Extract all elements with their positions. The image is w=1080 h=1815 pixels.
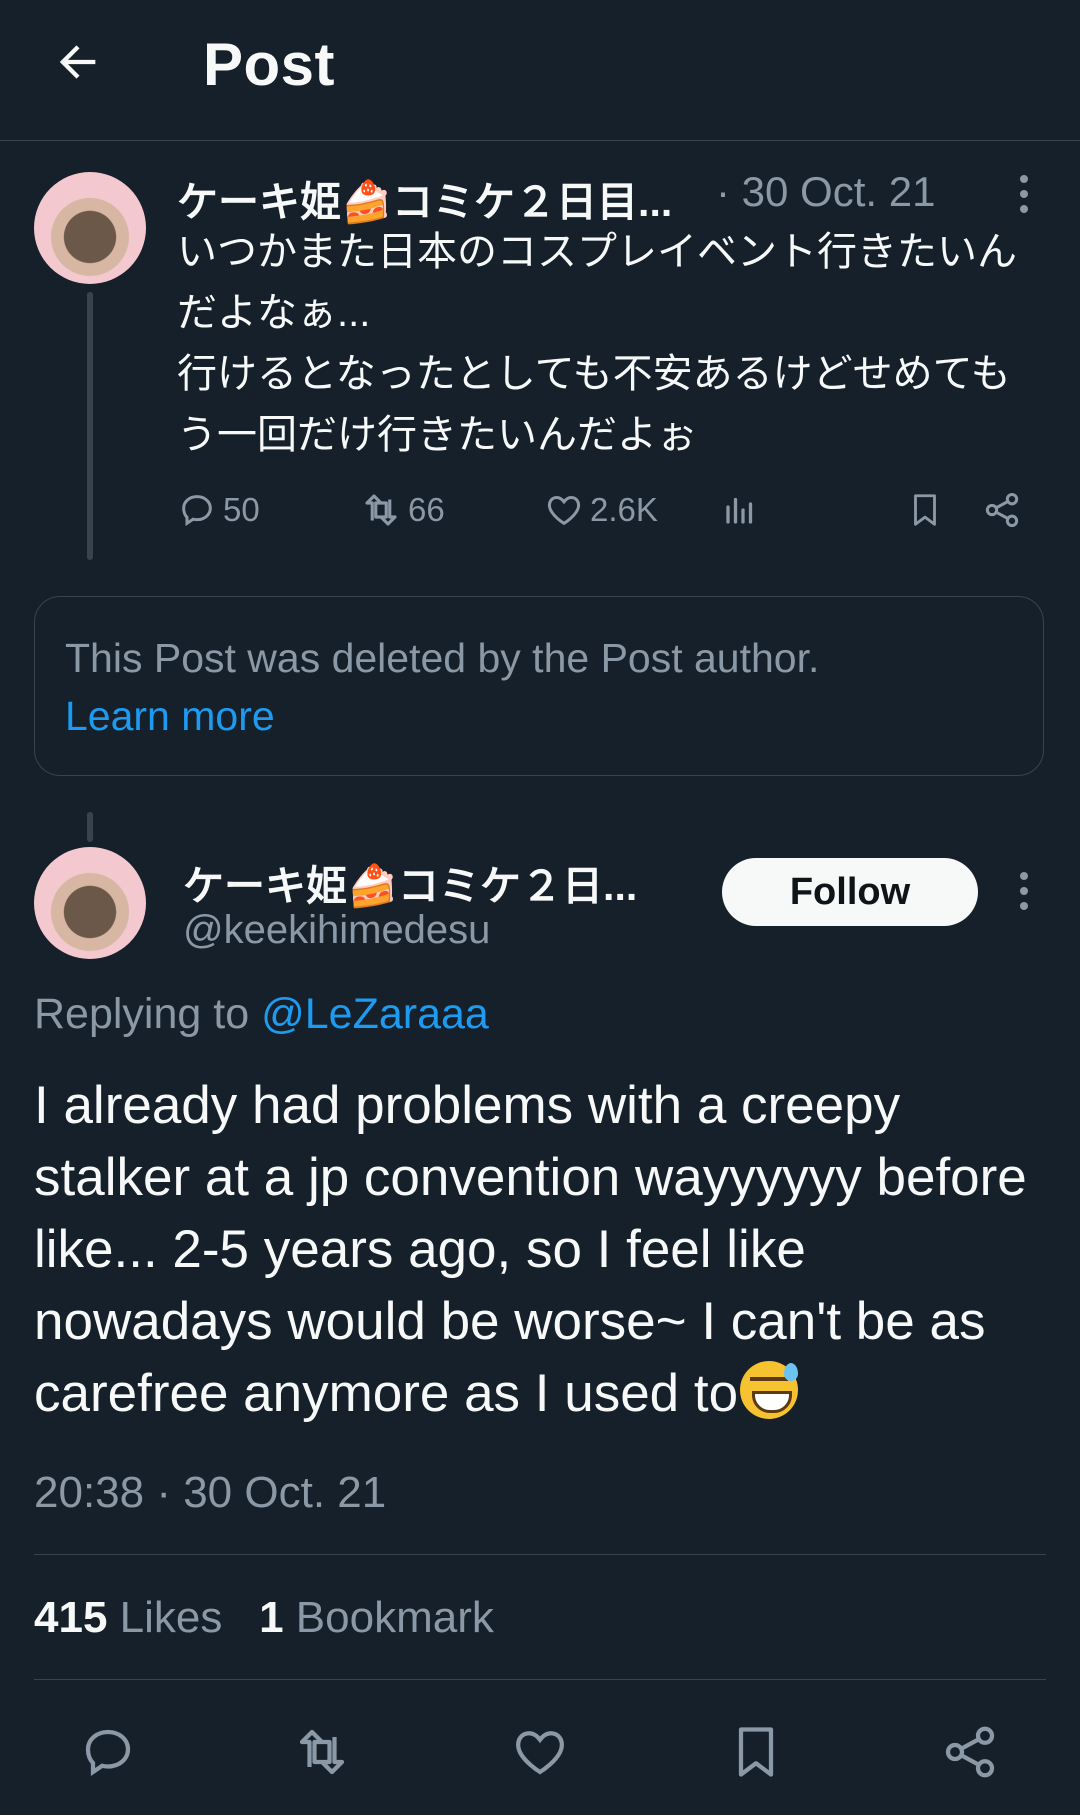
likes-label[interactable]: Likes (120, 1593, 223, 1642)
bookmarks-count[interactable]: 1 (259, 1593, 283, 1642)
replying-to: Replying to @LeZaraaa (34, 990, 489, 1039)
sweat-smile-emoji (740, 1361, 799, 1419)
reply-icon (177, 490, 217, 530)
display-name[interactable]: ケーキ姫🍰コミケ２日目... (177, 168, 672, 228)
avatar[interactable] (34, 172, 146, 284)
heart-icon (544, 490, 584, 530)
repost-icon (360, 489, 402, 531)
bookmark-icon[interactable] (906, 488, 944, 532)
deleted-post-text: This Post was deleted by the Post author… (65, 635, 820, 681)
heart-icon[interactable] (510, 1722, 570, 1782)
divider (34, 1554, 1046, 1555)
follow-button[interactable]: Follow (722, 858, 978, 926)
page-title: Post (203, 31, 336, 98)
post-body: I already had problems with a creepy sta… (34, 1070, 1054, 1430)
repost-icon[interactable] (292, 1722, 352, 1782)
like-button[interactable]: 2.6K (544, 488, 658, 532)
engagement-stats: 415 Likes 1 Bookmark (34, 1593, 494, 1643)
analytics-icon[interactable] (722, 488, 758, 532)
bookmark-icon[interactable] (726, 1722, 786, 1782)
top-bar: Post (0, 0, 1080, 141)
share-icon[interactable] (940, 1722, 1000, 1782)
like-count: 2.6K (590, 491, 658, 528)
share-icon[interactable] (982, 488, 1022, 532)
more-vertical-icon[interactable] (1019, 174, 1029, 214)
learn-more-link[interactable]: Learn more (65, 693, 275, 740)
divider (34, 1679, 1046, 1680)
reply-icon[interactable] (78, 1722, 138, 1782)
bookmarks-label[interactable]: Bookmark (296, 1593, 494, 1642)
replying-handle-link[interactable]: @LeZaraaa (261, 990, 489, 1038)
post-text: I already had problems with a creepy sta… (34, 1076, 1027, 1423)
user-handle[interactable]: @keekihimedesu (183, 908, 490, 953)
repost-count: 66 (408, 491, 445, 528)
reply-count: 50 (223, 491, 260, 528)
likes-count[interactable]: 415 (34, 1593, 107, 1642)
deleted-post-notice: This Post was deleted by the Post author… (34, 596, 1044, 776)
back-arrow-icon[interactable] (52, 36, 104, 88)
thread-line (87, 292, 93, 560)
thread-line-connector (87, 812, 93, 842)
reply-button[interactable]: 50 (177, 488, 260, 532)
display-name[interactable]: ケーキ姫🍰コミケ２日... (183, 852, 637, 912)
post-text: いつかまた日本のコスプレイベント行きたいんだよなぁ... 行けるとなったとしても… (177, 230, 1017, 457)
avatar[interactable] (34, 847, 146, 959)
replying-prefix: Replying to (34, 990, 250, 1038)
post-timestamp[interactable]: 20:38 · 30 Oct. 21 (34, 1468, 386, 1518)
more-vertical-icon[interactable] (1019, 871, 1029, 911)
post-timestamp[interactable]: · 30 Oct. 21 (716, 168, 935, 216)
repost-button[interactable]: 66 (360, 488, 445, 532)
